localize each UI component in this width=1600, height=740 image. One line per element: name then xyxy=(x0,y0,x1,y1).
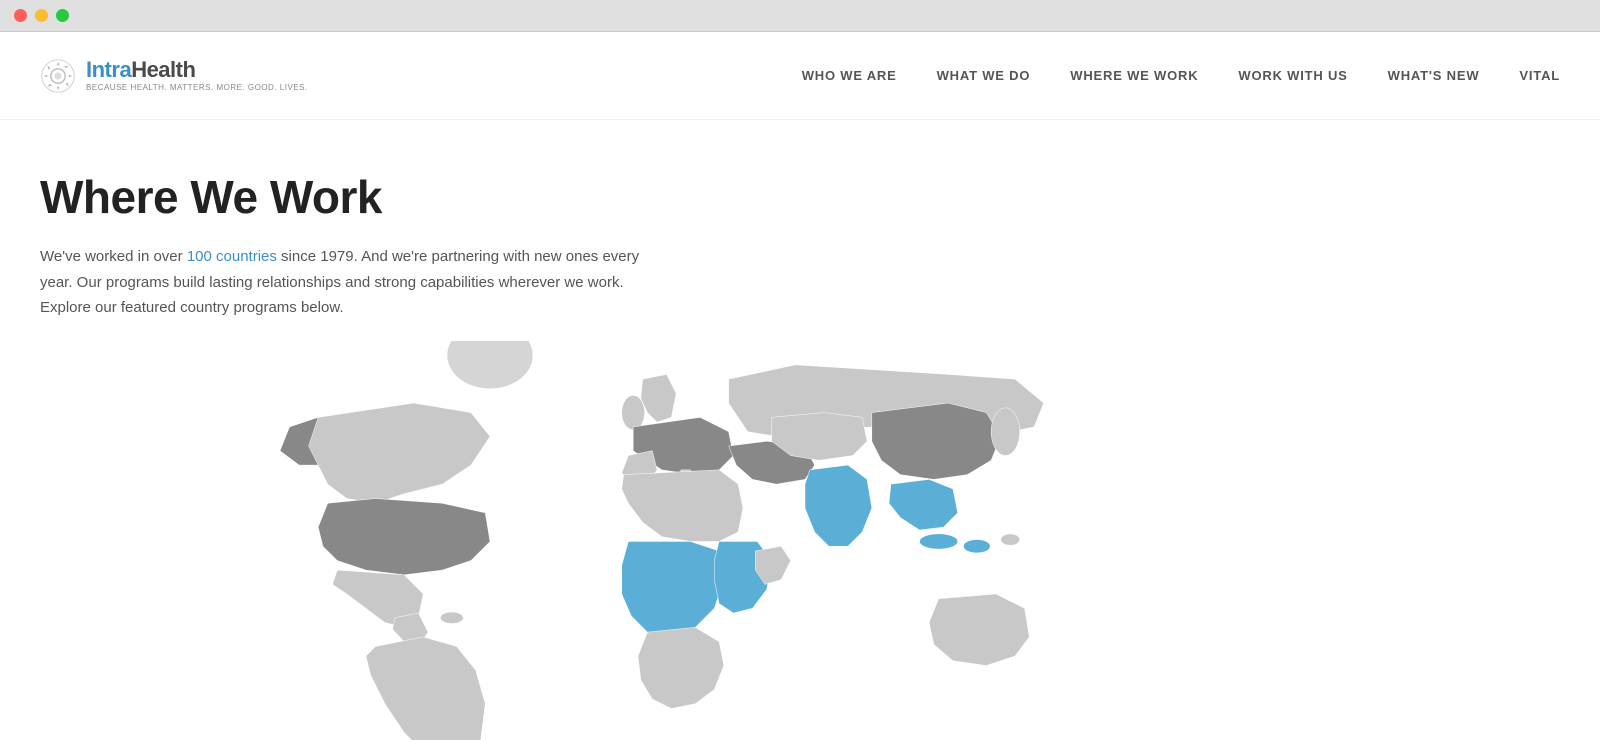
page-description: We've worked in over 100 countries since… xyxy=(40,244,640,321)
traffic-light-yellow[interactable] xyxy=(35,9,48,22)
nav-link-what-we-do[interactable]: WHAT WE DO xyxy=(937,68,1031,83)
main-content: Where We Work We've worked in over 100 c… xyxy=(0,120,1400,740)
traffic-light-red[interactable] xyxy=(14,9,27,22)
page-wrapper: IntraHealth BECAUSE HEALTH. MATTERS. MOR… xyxy=(0,32,1600,740)
logo-intra: Intra xyxy=(86,57,131,82)
page-title: Where We Work xyxy=(40,170,1360,224)
nav-link-work-with-us[interactable]: WORK WITH US xyxy=(1238,68,1347,83)
traffic-light-green[interactable] xyxy=(56,9,69,22)
logo-gear-icon xyxy=(40,58,76,94)
logo-area: IntraHealth BECAUSE HEALTH. MATTERS. MOR… xyxy=(40,58,308,94)
nav-link-vital[interactable]: VITAL xyxy=(1519,68,1560,83)
logo-health: Health xyxy=(131,57,195,82)
navbar: IntraHealth BECAUSE HEALTH. MATTERS. MOR… xyxy=(0,32,1600,120)
description-highlight[interactable]: 100 countries xyxy=(187,248,277,265)
description-part1: We've worked in over xyxy=(40,248,187,265)
nav-link-who-we-are[interactable]: WHO WE ARE xyxy=(802,68,897,83)
nav-links: WHO WE ARE WHAT WE DO WHERE WE WORK WORK… xyxy=(802,68,1560,83)
logo-text: IntraHealth BECAUSE HEALTH. MATTERS. MOR… xyxy=(86,58,308,93)
browser-chrome xyxy=(0,0,1600,32)
logo-tagline: BECAUSE HEALTH. MATTERS. MORE. GOOD. LIV… xyxy=(86,84,308,93)
world-map xyxy=(40,341,1360,740)
nav-link-where-we-work[interactable]: WHERE WE WORK xyxy=(1070,68,1198,83)
nav-link-whats-new[interactable]: WHAT'S NEW xyxy=(1388,68,1480,83)
world-map-container xyxy=(40,341,1360,740)
logo-brand: IntraHealth xyxy=(86,58,308,82)
